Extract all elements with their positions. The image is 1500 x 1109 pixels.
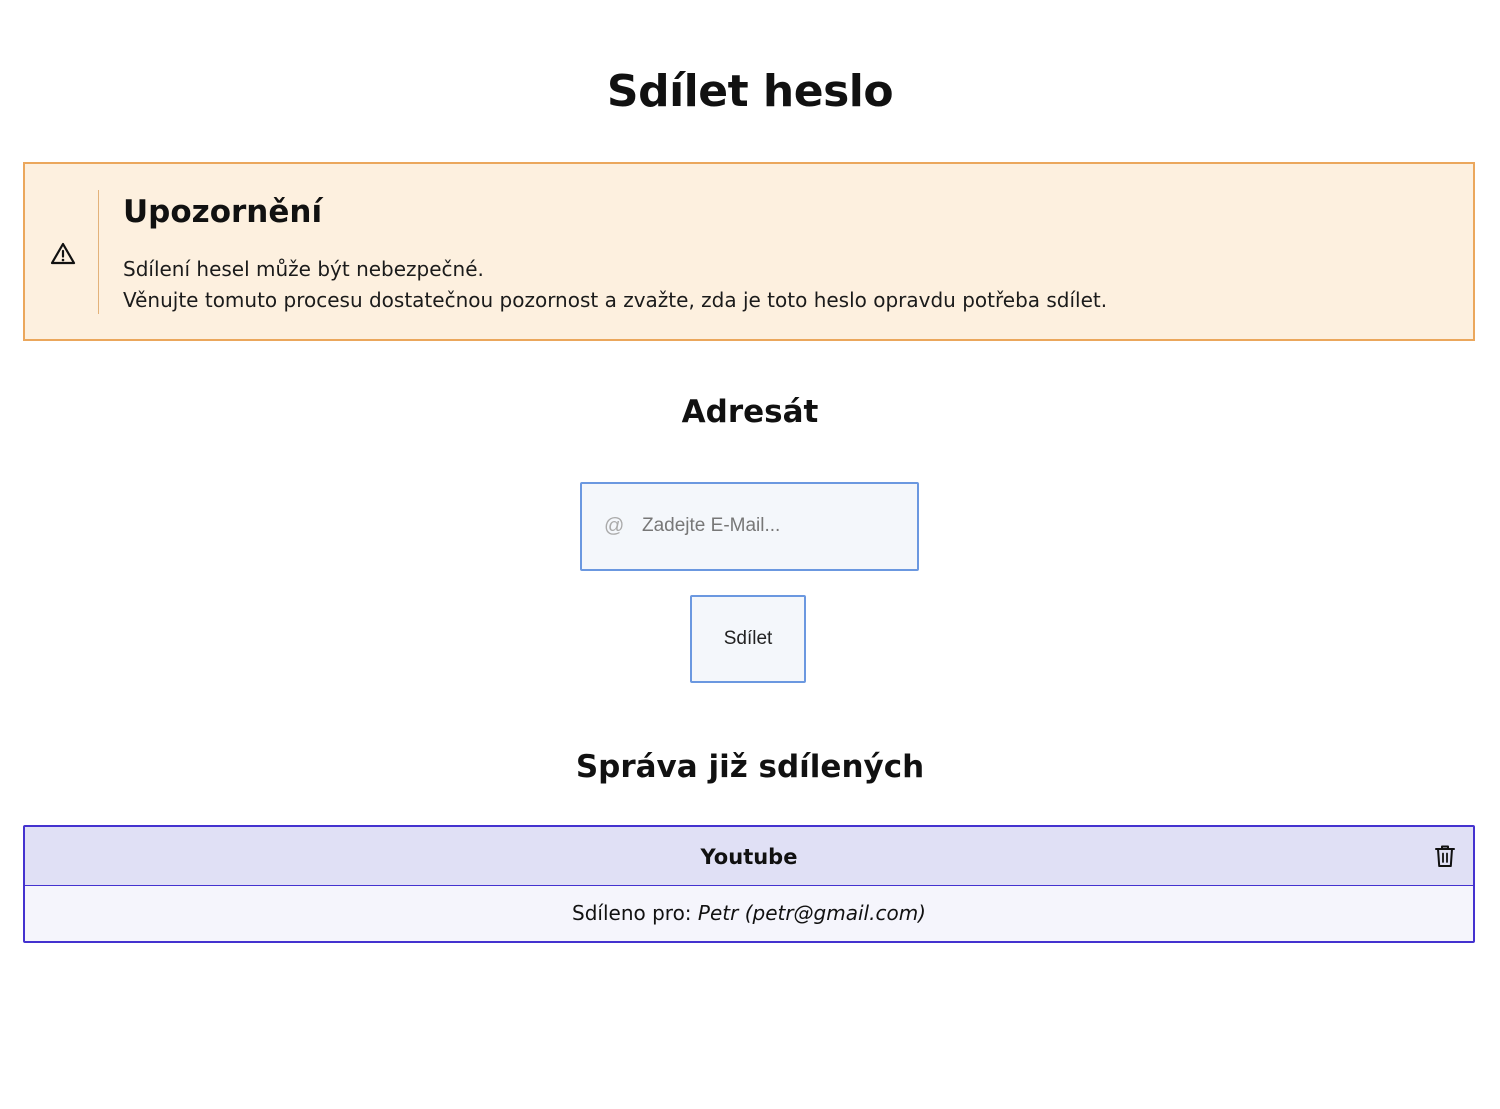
warning-box: Upozornění Sdílení hesel může být nebezp… [23,162,1475,341]
shared-item-header: Youtube [25,827,1473,886]
warning-triangle-icon [49,240,77,268]
page-title: Sdílet heslo [606,66,894,117]
shared-item-card: Youtube Sdíleno pro: Petr (petr@gmail.co… [23,825,1475,943]
email-field[interactable]: @ [580,482,919,571]
warning-text-line-1: Sdílení hesel může být nebezpečné. [123,257,484,281]
delete-shared-button[interactable] [1433,843,1457,869]
warning-title: Upozornění [123,194,323,230]
page: Sdílet heslo Upozornění Sdílení hesel mů… [0,0,1500,1109]
manage-shared-heading: Správa již sdílených [575,749,925,785]
shared-item-title: Youtube [700,845,798,869]
trash-icon [1433,845,1457,872]
shared-to-value: Petr (petr@gmail.com) [697,901,926,925]
recipient-heading: Adresát [681,394,819,430]
email-input[interactable] [642,510,902,542]
share-button[interactable]: Sdílet [690,595,806,683]
warning-text-line-2: Věnujte tomuto procesu dostatečnou pozor… [123,288,1108,312]
shared-item-body: Sdíleno pro: Petr (petr@gmail.com) [25,886,1473,941]
at-sign-icon: @ [604,515,625,537]
warning-divider [98,190,99,314]
shared-to-label: Sdíleno pro: [572,901,698,925]
